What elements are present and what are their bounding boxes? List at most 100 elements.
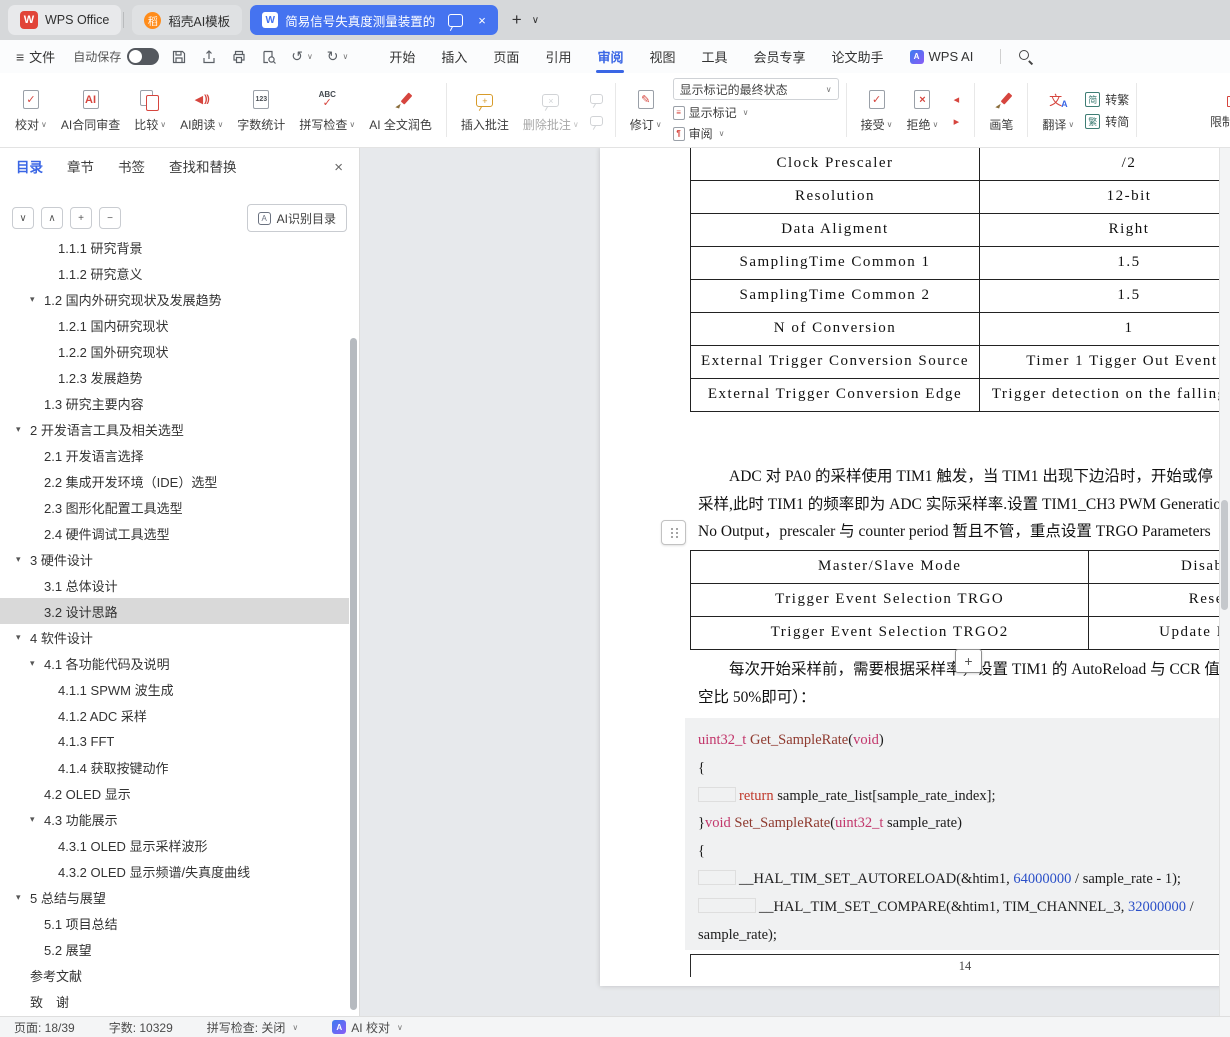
ai-polish-button[interactable]: AI 全文润色 — [362, 85, 439, 136]
table-cell[interactable]: External Trigger Conversion Edge — [691, 379, 980, 412]
delete-comment-button[interactable]: 删除批注∨ — [516, 85, 586, 136]
undo-caret-icon[interactable]: ∨ — [307, 52, 313, 61]
word-count-button[interactable]: 字数统计 — [230, 85, 292, 136]
to-simplified-button[interactable]: 繁 转简 — [1085, 113, 1129, 130]
toc-item[interactable]: 4.2 OLED 显示 — [0, 780, 349, 806]
page-indicator[interactable]: 页面: 18/39 — [14, 1019, 75, 1036]
collapse-arrow-icon[interactable]: ▾ — [30, 814, 35, 825]
close-tab-icon[interactable]: × — [478, 13, 486, 28]
toc-item[interactable]: ▾1.2 国内外研究现状及发展趋势 — [0, 286, 349, 312]
undo-button[interactable]: ↺ ∨ — [289, 48, 315, 65]
proofread-button[interactable]: 校对∨ — [8, 85, 54, 136]
table-cell[interactable]: Disable — [1089, 551, 1230, 584]
tab-list-caret-icon[interactable]: ∨ — [532, 15, 539, 26]
table-cell[interactable]: 1 — [980, 313, 1230, 346]
toc-item[interactable]: 2.1 开发语言选择 — [0, 442, 349, 468]
code-line[interactable]: __HAL_TIM_SET_AUTORELOAD(&htim1, 6400000… — [698, 866, 1230, 894]
markup-state-dropdown[interactable]: 显示标记的最终状态 ∨ — [673, 78, 839, 100]
review-pane-button[interactable]: 审阅∨ — [673, 125, 839, 142]
toc-item[interactable]: 1.2.3 发展趋势 — [0, 364, 349, 390]
table-cell[interactable]: 1.5 — [980, 247, 1230, 280]
table-cell[interactable]: Update Event — [1089, 617, 1230, 650]
toc-item[interactable]: 4.1.3 FFT — [0, 728, 349, 754]
expand-all-button[interactable]: ∧ — [41, 207, 63, 229]
toc-item[interactable]: 1.2.2 国外研究现状 — [0, 338, 349, 364]
toc-item[interactable]: 参考文献 — [0, 962, 349, 988]
table-cell[interactable]: Trigger Event Selection TRGO2 — [691, 617, 1089, 650]
toc-item[interactable]: 2.4 硬件调试工具选型 — [0, 520, 349, 546]
toc-item[interactable]: 致 谢 — [0, 988, 349, 1014]
panel-tab-书签[interactable]: 书签 — [118, 156, 145, 178]
table-cell[interactable]: Right — [980, 214, 1230, 247]
zoom-out-button[interactable]: − — [99, 207, 121, 229]
toc-item[interactable]: 1.1.1 研究背景 — [0, 242, 349, 260]
collapse-arrow-icon[interactable]: ▾ — [30, 294, 35, 305]
table-cell[interactable]: Master/Slave Mode — [691, 551, 1089, 584]
table-insert-button[interactable]: + — [955, 649, 982, 673]
table-cell[interactable]: Resolution — [691, 181, 980, 214]
panel-tab-目录[interactable]: 目录 — [16, 156, 43, 178]
autosave-toggle[interactable] — [127, 48, 159, 65]
compare-button[interactable]: 比较∨ — [127, 85, 173, 136]
toc-item[interactable]: 4.3.2 OLED 显示频谱/失真度曲线 — [0, 858, 349, 884]
document-scrollbar[interactable] — [1219, 148, 1230, 1016]
ink-brush-button[interactable]: 画笔 — [982, 85, 1020, 136]
toc-item[interactable]: 4.3.1 OLED 显示采样波形 — [0, 832, 349, 858]
home-tab[interactable]: W WPS Office — [8, 5, 121, 35]
panel-tab-章节[interactable]: 章节 — [67, 156, 94, 178]
ai-recognize-toc-button[interactable]: A AI识别目录 — [247, 204, 347, 232]
print-button[interactable] — [229, 49, 249, 65]
menu-tab-审阅[interactable]: 审阅 — [584, 40, 636, 73]
toc-item[interactable]: 1.2.1 国内研究现状 — [0, 312, 349, 338]
table-cell[interactable]: Data Aligment — [691, 214, 980, 247]
collapse-arrow-icon[interactable]: ▾ — [16, 632, 21, 643]
table-cell[interactable]: N of Conversion — [691, 313, 980, 346]
table-cell[interactable]: /2 — [980, 148, 1230, 181]
spell-check-indicator[interactable]: 拼写检查: 关闭∨ — [207, 1019, 299, 1036]
toc-item[interactable]: ▾4 软件设计 — [0, 624, 349, 650]
table-cell[interactable]: Clock Prescaler — [691, 148, 980, 181]
document-tab[interactable]: W 简易信号失真度测量装置的 × — [250, 5, 498, 35]
code-line[interactable]: return sample_rate_list[sample_rate_inde… — [698, 783, 1230, 811]
code-line[interactable]: { — [698, 838, 1230, 866]
ai-contract-review-button[interactable]: AI合同审查 — [54, 85, 127, 136]
comment-bubble-icon[interactable] — [448, 14, 463, 27]
print-preview-button[interactable] — [259, 49, 279, 65]
toc-item[interactable]: 1.1.2 研究意义 — [0, 260, 349, 286]
menu-tab-论文助手[interactable]: 论文助手 — [819, 40, 897, 73]
table-cell[interactable]: Timer 1 Tigger Out Event 2 — [980, 346, 1230, 379]
document-scrollbar-thumb[interactable] — [1221, 500, 1228, 610]
toc-item[interactable]: 2.3 图形化配置工具选型 — [0, 494, 349, 520]
reject-revision-button[interactable]: 拒绝∨ — [900, 85, 946, 136]
menu-tab-页面[interactable]: 页面 — [480, 40, 532, 73]
toc-item[interactable]: 2.2 集成开发环境（IDE）选型 — [0, 468, 349, 494]
toc-item[interactable]: 5.2 展望 — [0, 936, 349, 962]
menu-tab-视图[interactable]: 视图 — [636, 40, 688, 73]
export-button[interactable] — [199, 49, 219, 65]
toc-item[interactable]: 4.1.1 SPWM 波生成 — [0, 676, 349, 702]
table-cell[interactable]: SamplingTime Common 1 — [691, 247, 980, 280]
toc-item[interactable]: ▾5 总结与展望 — [0, 884, 349, 910]
menu-tab-引用[interactable]: 引用 — [532, 40, 584, 73]
code-line[interactable]: { — [698, 755, 1230, 783]
code-line[interactable]: }void Set_SampleRate(uint32_t sample_rat… — [698, 810, 1230, 838]
sidebar-scrollbar[interactable] — [350, 242, 358, 1016]
drag-handle[interactable] — [661, 520, 686, 545]
previous-revision-icon[interactable]: ◂ — [948, 92, 964, 107]
template-tab[interactable]: 稻 稻壳AI模板 — [132, 5, 242, 35]
table-cell[interactable]: Trigger detection on the falling edge — [980, 379, 1230, 412]
menu-tab-工具[interactable]: 工具 — [688, 40, 740, 73]
translate-button[interactable]: 文A 翻译∨ — [1035, 85, 1081, 136]
menu-tab-插入[interactable]: 插入 — [428, 40, 480, 73]
close-panel-icon[interactable]: × — [334, 159, 343, 176]
collapse-arrow-icon[interactable]: ▾ — [16, 554, 21, 565]
code-line[interactable]: uint32_t Get_SampleRate(void) — [698, 727, 1230, 755]
new-tab-button[interactable]: + — [512, 10, 522, 30]
doc-text-line[interactable]: No Output，prescaler 与 counter period 暂且不… — [698, 518, 1230, 546]
show-markup-button[interactable]: 显示标记∨ — [673, 104, 839, 121]
doc-text-line[interactable]: 采样,此时 TIM1 的频率即为 ADC 实际采样率.设置 TIM1_CH3 P… — [698, 491, 1230, 519]
code-block[interactable]: uint32_t Get_SampleRate(void){return sam… — [685, 718, 1230, 950]
sidebar-scrollbar-thumb[interactable] — [350, 338, 357, 1010]
collapse-arrow-icon[interactable]: ▾ — [30, 658, 35, 669]
toc-item[interactable]: 1.3 研究主要内容 — [0, 390, 349, 416]
